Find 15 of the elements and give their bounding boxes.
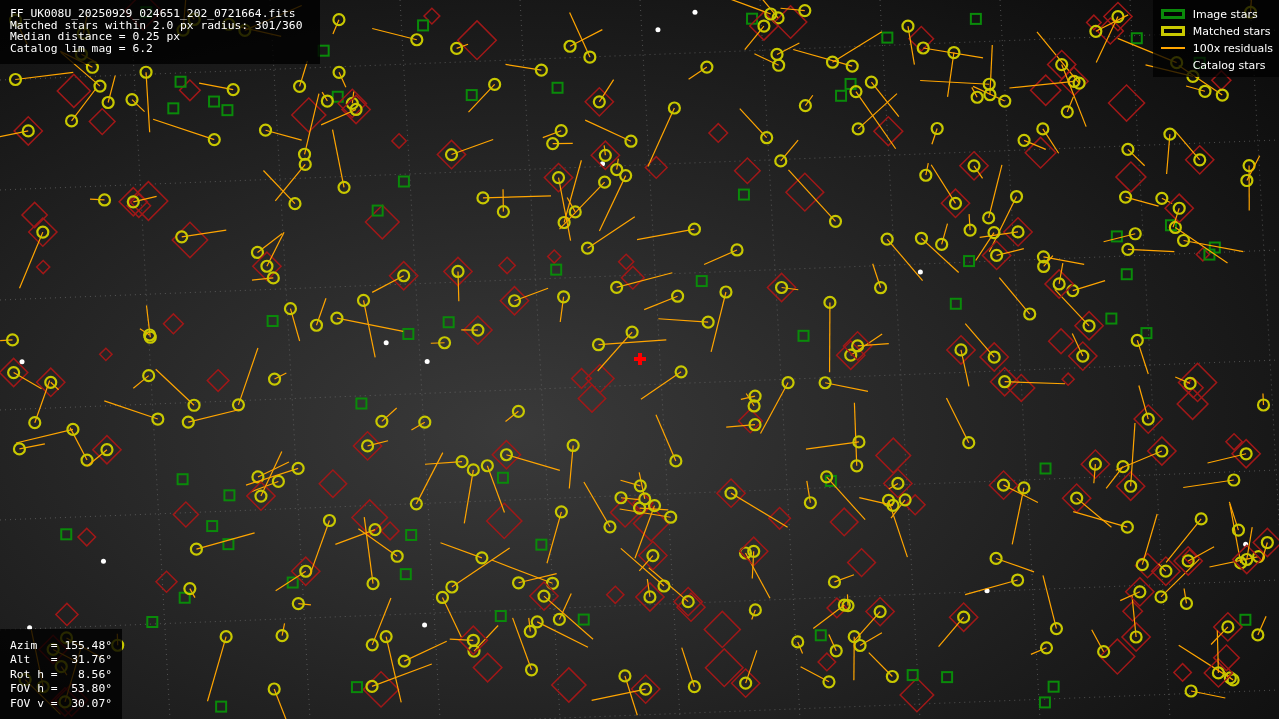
info-text: Catalog lim mag = 6.2 <box>10 42 154 54</box>
pointing-text: Alt = 31.76° <box>10 653 114 668</box>
pointing-text: Rot h = 8.56° <box>10 667 114 682</box>
pointing-text: FOV v = 30.07° <box>10 696 114 711</box>
legend-label: Image stars <box>1192 7 1258 21</box>
info-text: Matched stars within 2.0 px radius: 301/360 <box>10 19 304 31</box>
legend-swatch-icon <box>1160 26 1185 36</box>
pointing-text: FOV h = 53.80° <box>10 682 114 697</box>
info-text: Median distance = 0.25 px <box>10 31 181 43</box>
pointing-text: Azim = 155.48° <box>10 638 114 653</box>
legend-swatch-icon <box>1160 9 1185 19</box>
info-text: FF_UK008U_20250929_024651_202_0721664.fits <box>10 8 297 20</box>
legend-label: Matched stars <box>1192 24 1271 38</box>
legend-label: 100x residuals <box>1192 41 1273 55</box>
legend-label: Catalog stars <box>1192 58 1266 72</box>
